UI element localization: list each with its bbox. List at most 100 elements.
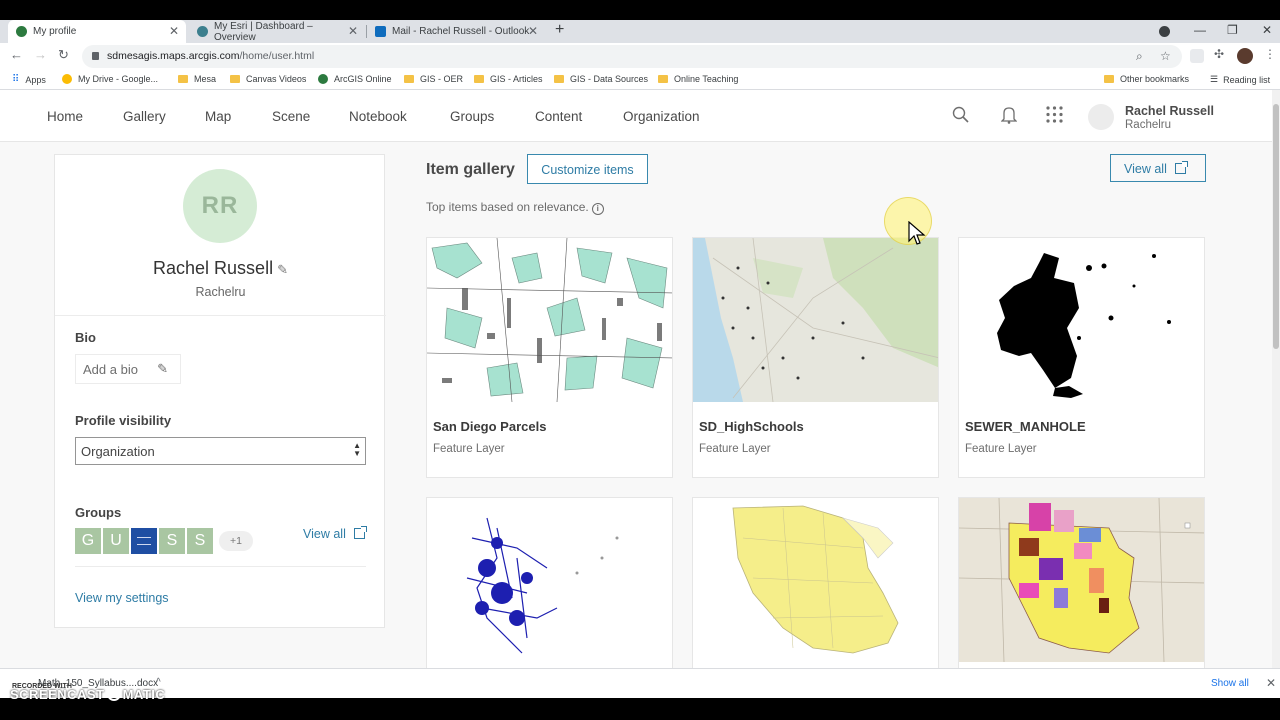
gallery-item-4[interactable] — [426, 497, 673, 668]
bookmark-gis-data-sources[interactable]: GIS - Data Sources — [554, 74, 648, 84]
user-avatar[interactable] — [1088, 104, 1114, 130]
scrollbar-thumb[interactable] — [1273, 104, 1279, 349]
bookmark-mesa[interactable]: Mesa — [178, 74, 216, 84]
folder-icon — [474, 75, 484, 83]
item-type: Feature Layer — [433, 443, 505, 455]
close-downloads-icon[interactable]: ✕ — [1266, 676, 1276, 690]
edit-name-pencil-icon[interactable]: ✎ — [277, 262, 288, 277]
group-thumbnail[interactable]: U — [103, 528, 129, 554]
restore-icon[interactable]: ❐ — [1227, 23, 1238, 37]
add-bio-button[interactable]: Add a bio ✎ — [75, 354, 181, 384]
nav-map[interactable]: Map — [205, 109, 231, 124]
pencil-icon: ✎ — [157, 361, 168, 376]
close-window-icon[interactable]: ✕ — [1262, 23, 1272, 37]
gallery-item-san-diego-parcels[interactable]: San Diego Parcels Feature Layer — [426, 237, 673, 478]
gallery-item-5[interactable] — [692, 497, 939, 668]
lock-icon — [92, 52, 99, 60]
tab-title: My profile — [33, 26, 77, 37]
user-name[interactable]: Rachel Russell — [1125, 104, 1214, 118]
bookmark-gis-articles[interactable]: GIS - Articles — [474, 74, 543, 84]
browser-profile-avatar[interactable] — [1237, 48, 1253, 64]
mouse-cursor-icon — [908, 221, 926, 245]
nav-content[interactable]: Content — [535, 109, 582, 124]
group-thumbnail[interactable]: G — [75, 528, 101, 554]
outlook-favicon-icon — [375, 26, 386, 37]
nav-notebook[interactable]: Notebook — [349, 109, 407, 124]
close-tab-icon[interactable]: ✕ — [528, 24, 538, 38]
gallery-item-6[interactable] — [958, 497, 1205, 668]
nav-home[interactable]: Home — [47, 109, 83, 124]
item-thumbnail — [427, 498, 672, 662]
view-settings-link[interactable]: View my settings — [75, 591, 169, 605]
tab-my-esri[interactable]: My Esri | Dashboard – Overview ✕ — [189, 20, 365, 43]
profile-visibility-label: Profile visibility — [75, 413, 172, 428]
divider — [75, 566, 366, 567]
tab-my-profile[interactable]: My profile ✕ — [8, 20, 186, 43]
profile-avatar: RR — [183, 169, 257, 243]
folder-icon — [554, 75, 564, 83]
group-thumbnail[interactable]: S — [187, 528, 213, 554]
group-thumbnail-logo[interactable] — [131, 528, 157, 554]
tab-search-icon[interactable] — [1159, 26, 1170, 37]
bookmark-gis-oer[interactable]: GIS - OER — [404, 74, 463, 84]
page-scrollbar[interactable] — [1272, 90, 1280, 668]
profile-name: Rachel Russell ✎ — [153, 258, 288, 278]
folder-icon — [178, 75, 188, 83]
reading-list[interactable]: ☰ Reading list — [1210, 74, 1270, 85]
apps-grid-icon: ⠿ — [12, 74, 20, 85]
gallery-item-sd-highschools[interactable]: SD_HighSchools Feature Layer — [692, 237, 939, 478]
tab-title: Mail - Rachel Russell - Outlook — [392, 26, 530, 37]
item-title[interactable]: San Diego Parcels — [433, 419, 546, 434]
gallery-subtitle: Top items based on relevance. i — [426, 200, 604, 215]
screencast-watermark: SCREENCAST MATIC — [10, 687, 166, 702]
bookmark-other[interactable]: Other bookmarks — [1104, 74, 1189, 84]
item-title[interactable]: SD_HighSchools — [699, 419, 804, 434]
extension-icon[interactable] — [1190, 49, 1204, 63]
back-arrow-icon[interactable]: ← — [10, 47, 23, 62]
profile-visibility-select[interactable]: Organization ▲ ▼ — [75, 437, 366, 465]
profile-card: RR Rachel Russell ✎ Rachelru Bio Add a bi… — [54, 154, 386, 628]
bookmark-apps[interactable]: ⠿ Apps — [12, 74, 46, 85]
groups-label: Groups — [75, 505, 122, 520]
bookmark-online-teaching[interactable]: Online Teaching — [658, 74, 738, 84]
item-thumbnail — [959, 238, 1204, 402]
group-thumbnail[interactable]: S — [159, 528, 185, 554]
info-icon[interactable]: i — [591, 203, 604, 215]
app-launcher-icon[interactable] — [1046, 106, 1063, 123]
search-icon[interactable] — [952, 106, 970, 124]
bookmark-star-icon[interactable]: ☆ — [1160, 49, 1171, 63]
nav-groups[interactable]: Groups — [450, 109, 494, 124]
close-tab-icon[interactable]: ✕ — [348, 24, 358, 38]
close-tab-icon[interactable]: ✕ — [169, 24, 179, 38]
bookmark-canvas-videos[interactable]: Canvas Videos — [230, 74, 306, 84]
notifications-bell-icon[interactable] — [1001, 106, 1017, 124]
reload-icon[interactable]: ↻ — [58, 47, 69, 63]
divider — [55, 315, 386, 316]
nav-organization[interactable]: Organization — [623, 109, 700, 124]
downloads-bar: RECORDED WITH Math_150_Syllabus....docx … — [0, 668, 1280, 698]
nav-scene[interactable]: Scene — [272, 109, 310, 124]
chrome-menu-icon[interactable]: ⋮ — [1264, 47, 1276, 61]
extensions-puzzle-icon[interactable]: ✣ — [1214, 47, 1224, 61]
forward-arrow-icon[interactable]: → — [34, 47, 47, 62]
groups-view-all-link[interactable]: View all — [303, 526, 367, 541]
address-bar[interactable]: sdmesagis.maps.arcgis.com/home/user.html… — [82, 45, 1182, 68]
new-tab-button[interactable]: + — [555, 21, 564, 39]
gallery-view-all-button[interactable]: View all — [1110, 154, 1206, 182]
zoom-icon[interactable]: ⌕ — [1136, 49, 1143, 64]
item-title[interactable]: SEWER_MANHOLE — [965, 419, 1086, 434]
url-text: sdmesagis.maps.arcgis.com/home/user.html — [107, 50, 315, 62]
show-all-downloads-link[interactable]: Show all — [1211, 678, 1249, 689]
minimize-icon[interactable]: — — [1194, 23, 1206, 37]
tab-outlook[interactable]: Mail - Rachel Russell - Outlook ✕ — [367, 20, 545, 43]
top-navigation: Home Gallery Map Scene Notebook Groups C… — [0, 90, 1272, 142]
customize-items-button[interactable]: Customize items — [527, 154, 648, 184]
gallery-item-sewer-manhole[interactable]: SEWER_MANHOLE Feature Layer — [958, 237, 1205, 478]
group-logo-icon — [137, 537, 151, 545]
folder-icon — [1104, 75, 1114, 83]
bookmark-arcgis-online[interactable]: ArcGIS Online — [318, 74, 392, 84]
nav-gallery[interactable]: Gallery — [123, 109, 166, 124]
more-groups-badge[interactable]: +1 — [219, 531, 253, 551]
bookmark-my-drive[interactable]: My Drive - Google... — [62, 74, 158, 84]
tab-strip: My profile ✕ My Esri | Dashboard – Overv… — [0, 20, 1280, 43]
